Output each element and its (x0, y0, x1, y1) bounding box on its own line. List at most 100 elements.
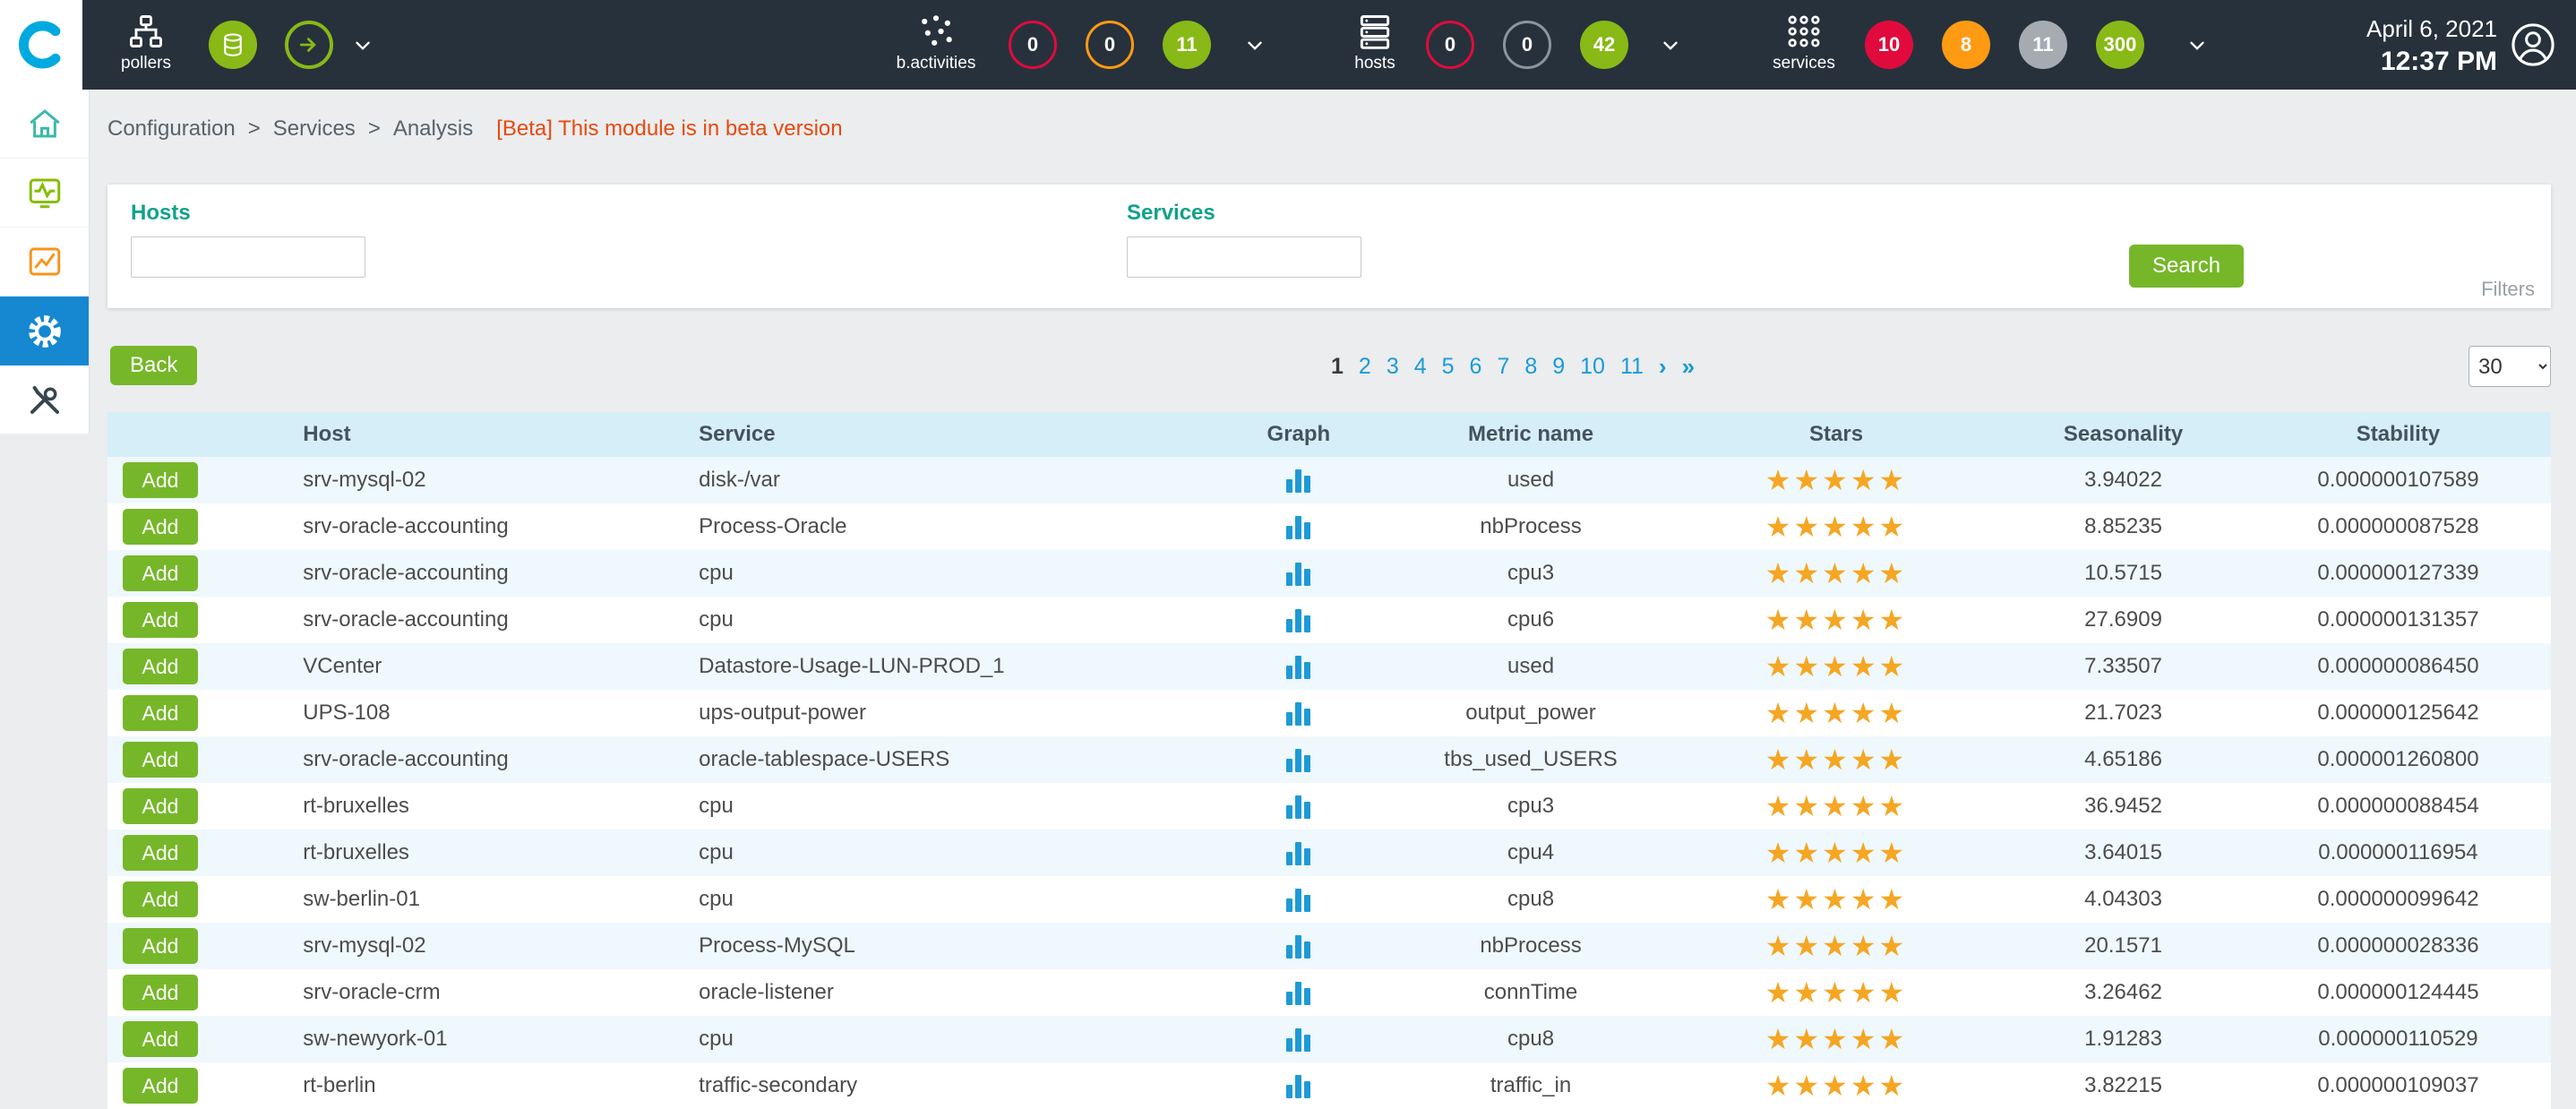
graph-icon[interactable] (1286, 747, 1310, 772)
graph-icon[interactable] (1286, 561, 1310, 586)
graph-icon[interactable] (1286, 1027, 1310, 1052)
pagination: 123456789 10 11 › » (1331, 353, 1695, 381)
graph-icon[interactable] (1286, 887, 1310, 912)
metric-name-cell: used (1390, 654, 1671, 679)
database-icon[interactable] (209, 21, 257, 69)
search-button[interactable]: Search (2129, 245, 2244, 288)
page-link[interactable]: 11 (1620, 354, 1644, 380)
breadcrumb: Configuration > Services > Analysis [Bet… (107, 116, 2551, 142)
graph-icon[interactable] (1286, 654, 1310, 679)
seasonality-cell: 4.04303 (2001, 887, 2245, 912)
breadcrumb-separator: > (248, 116, 261, 142)
breadcrumb-analysis[interactable]: Analysis (393, 116, 473, 142)
hosts-filter-input[interactable] (131, 236, 365, 278)
add-button[interactable]: Add (123, 649, 198, 684)
hosts-chevron-down-icon[interactable] (1659, 34, 1682, 57)
status-badge-down[interactable]: 0 (1426, 21, 1474, 69)
page-link[interactable]: 7 (1497, 354, 1509, 380)
add-button[interactable]: Add (123, 788, 198, 824)
add-button[interactable]: Add (123, 602, 198, 638)
graph-icon[interactable] (1286, 1073, 1310, 1098)
host-cell: srv-oracle-accounting (303, 561, 699, 586)
add-button[interactable]: Add (123, 835, 198, 871)
page-link[interactable]: 4 (1414, 354, 1427, 380)
centreon-logo[interactable] (0, 0, 82, 90)
page-link[interactable]: 9 (1552, 354, 1565, 380)
add-button[interactable]: Add (123, 928, 198, 964)
add-button[interactable]: Add (123, 462, 198, 498)
add-button[interactable]: Add (123, 742, 198, 778)
add-button[interactable]: Add (123, 1068, 198, 1104)
sidebar-item-configuration[interactable] (0, 297, 89, 365)
filters-toggle[interactable]: Filters (2481, 278, 2535, 301)
breadcrumb-configuration[interactable]: Configuration (107, 116, 236, 142)
seasonality-cell: 36.9452 (2001, 794, 2245, 819)
page-link[interactable]: 6 (1470, 354, 1482, 380)
breadcrumb-services[interactable]: Services (273, 116, 356, 142)
status-badge-up[interactable]: 42 (1580, 21, 1628, 69)
next-page-button[interactable]: › (1659, 353, 1667, 381)
bactivities-menu[interactable]: b.activities (882, 12, 990, 73)
hosts-menu[interactable]: hosts (1321, 12, 1429, 73)
service-cell: ups-output-power (699, 701, 1206, 726)
services-filter-input[interactable] (1127, 236, 1361, 278)
page-link[interactable]: 2 (1359, 354, 1371, 380)
services-filter-group: Services (1127, 201, 1361, 278)
sidebar-item-administration[interactable] (0, 365, 89, 434)
add-button[interactable]: Add (123, 975, 198, 1010)
bactivities-chevron-down-icon[interactable] (1243, 34, 1267, 57)
pollers-menu[interactable]: pollers (92, 12, 200, 73)
status-badge-critical[interactable]: 0 (1009, 21, 1057, 69)
status-badge-ok[interactable]: 300 (2096, 21, 2144, 69)
stability-cell: 0.000000125642 (2245, 701, 2551, 726)
seasonality-cell: 1.91283 (2001, 1027, 2245, 1052)
user-profile-icon[interactable] (2510, 21, 2556, 68)
table-header-row: Host Service Graph Metric name Stars Sea… (107, 412, 2551, 457)
seasonality-cell: 3.82215 (2001, 1073, 2245, 1098)
page-link[interactable]: 8 (1524, 354, 1537, 380)
status-badge-critical[interactable]: 10 (1865, 21, 1913, 69)
graph-icon[interactable] (1286, 980, 1310, 1005)
status-badge-warning[interactable]: 8 (1942, 21, 1990, 69)
metric-name-cell: used (1390, 468, 1671, 493)
add-button[interactable]: Add (123, 555, 198, 591)
graph-icon[interactable] (1286, 794, 1310, 819)
page-link[interactable]: 3 (1387, 354, 1399, 380)
status-badge-warning[interactable]: 0 (1086, 21, 1134, 69)
sidebar-item-home[interactable] (0, 90, 89, 159)
add-button[interactable]: Add (123, 509, 198, 545)
service-cell: traffic-secondary (699, 1073, 1206, 1098)
sidebar-item-monitoring[interactable] (0, 159, 89, 228)
sidebar-item-reporting[interactable] (0, 228, 89, 297)
stars-rating: ★★★★★ (1671, 652, 2001, 681)
stability-cell: 0.000000110529 (2245, 1027, 2551, 1052)
table-toolbar: Back 123456789 10 11 › » 30 (107, 346, 2551, 389)
add-button[interactable]: Add (123, 1021, 198, 1057)
graph-icon[interactable] (1286, 840, 1310, 865)
status-badge-ok[interactable]: 11 (1163, 21, 1211, 69)
stability-cell: 0.000000131357 (2245, 607, 2551, 632)
graph-icon[interactable] (1286, 701, 1310, 726)
page-size-select[interactable]: 30 (2469, 346, 2551, 387)
page-link[interactable]: 10 (1580, 354, 1605, 380)
status-badge-unreachable[interactable]: 0 (1503, 21, 1551, 69)
services-menu[interactable]: services (1750, 12, 1858, 73)
pollers-chevron-down-icon[interactable] (351, 34, 374, 57)
page-link[interactable]: 5 (1442, 354, 1455, 380)
add-button[interactable]: Add (123, 881, 198, 917)
add-button[interactable]: Add (123, 695, 198, 731)
services-chevron-down-icon[interactable] (2185, 34, 2209, 57)
graph-icon[interactable] (1286, 607, 1310, 632)
gauge-icon[interactable] (285, 21, 333, 69)
last-page-button[interactable]: » (1682, 353, 1695, 381)
bactivities-icon (916, 12, 956, 51)
status-badge-unknown[interactable]: 11 (2019, 21, 2067, 69)
graph-icon[interactable] (1286, 933, 1310, 959)
services-filter-label: Services (1127, 201, 1361, 226)
back-button[interactable]: Back (110, 346, 197, 385)
page-current[interactable]: 1 (1331, 354, 1344, 380)
table-row: Add srv-oracle-accounting Process-Oracle… (107, 503, 2551, 550)
hosts-filter-group: Hosts (131, 201, 365, 278)
graph-icon[interactable] (1286, 468, 1310, 493)
graph-icon[interactable] (1286, 514, 1310, 539)
